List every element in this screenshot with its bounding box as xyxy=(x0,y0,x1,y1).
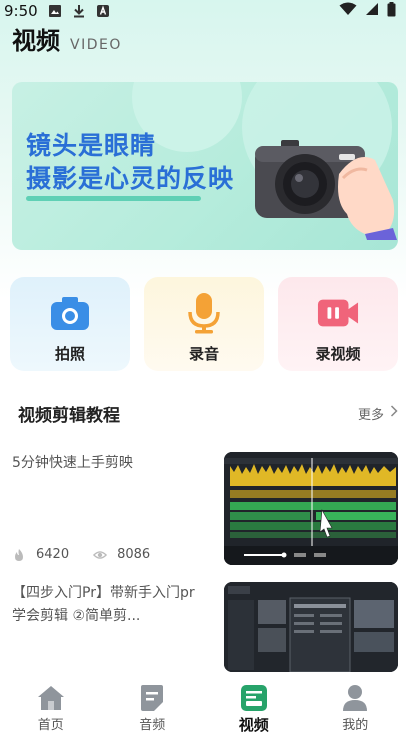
more-label: 更多 xyxy=(357,407,384,423)
video-title: 【四步入门Pr】带新手入门pr学会剪辑 ②简单剪... xyxy=(12,585,195,624)
nav-audio[interactable]: 音频 xyxy=(102,672,204,737)
banner-headline-1: 镜头是眼睛 xyxy=(26,131,157,160)
record-video-label: 录视频 xyxy=(315,345,361,363)
fire-icon xyxy=(12,548,26,562)
signal-icon xyxy=(365,2,379,20)
image-notification-icon xyxy=(48,4,62,18)
view-count: 8086 xyxy=(117,547,151,562)
download-notification-icon xyxy=(72,4,86,18)
page-subtitle: VIDEO xyxy=(70,37,122,53)
record-video-button[interactable]: 录视频 xyxy=(278,277,398,371)
camera-icon xyxy=(49,293,91,333)
banner-headline-2: 摄影是心灵的反映 xyxy=(26,164,235,193)
status-time: 9:50 xyxy=(4,2,38,20)
video-list-item[interactable]: 【四步入门Pr】带新手入门pr学会剪辑 ②简单剪... xyxy=(12,582,398,672)
video-thumbnail xyxy=(224,582,398,672)
chevron-right-icon xyxy=(390,405,398,421)
nav-audio-label: 音频 xyxy=(139,718,166,733)
more-link[interactable]: 更多 xyxy=(358,404,398,423)
nav-video[interactable]: 视频 xyxy=(203,672,305,737)
nav-home[interactable]: 首页 xyxy=(0,672,102,737)
page-header: 视频 VIDEO xyxy=(12,22,122,56)
camera-hand-illustration xyxy=(255,140,397,240)
nav-profile-label: 我的 xyxy=(342,718,369,733)
page-title: 视频 xyxy=(12,27,60,55)
video-list-item[interactable]: 5分钟快速上手剪映 6420 8086 xyxy=(12,452,398,572)
promo-banner[interactable]: 镜头是眼睛 摄影是心灵的反映 xyxy=(12,82,398,250)
banner-underline xyxy=(26,196,201,201)
nav-profile[interactable]: 我的 xyxy=(305,672,406,737)
like-count: 6420 xyxy=(36,547,70,562)
video-title: 5分钟快速上手剪映 xyxy=(12,455,133,471)
microphone-icon xyxy=(183,293,225,334)
tutorial-section-header: 视频剪辑教程 更多 xyxy=(18,400,398,426)
take-photo-button[interactable]: 拍照 xyxy=(10,277,130,371)
video-icon xyxy=(240,684,268,712)
wifi-icon xyxy=(339,2,357,20)
nav-video-label: 视频 xyxy=(238,716,269,734)
profile-icon xyxy=(341,684,369,712)
take-photo-label: 拍照 xyxy=(54,345,85,363)
video-thumbnail xyxy=(224,452,398,565)
record-audio-label: 录音 xyxy=(188,345,219,363)
bottom-navigation: 首页 音频 视频 我的 xyxy=(0,672,406,737)
record-audio-button[interactable]: 录音 xyxy=(144,277,264,371)
section-title: 视频剪辑教程 xyxy=(18,405,120,426)
audio-doc-icon xyxy=(138,684,166,712)
battery-icon xyxy=(387,1,396,21)
eye-icon xyxy=(93,548,108,562)
home-icon xyxy=(37,684,65,712)
status-bar: 9:50 xyxy=(0,0,406,22)
nav-home-label: 首页 xyxy=(37,718,64,733)
app-notification-icon xyxy=(96,4,110,18)
video-camera-icon xyxy=(317,293,359,333)
video-stats: 6420 8086 xyxy=(12,547,150,562)
